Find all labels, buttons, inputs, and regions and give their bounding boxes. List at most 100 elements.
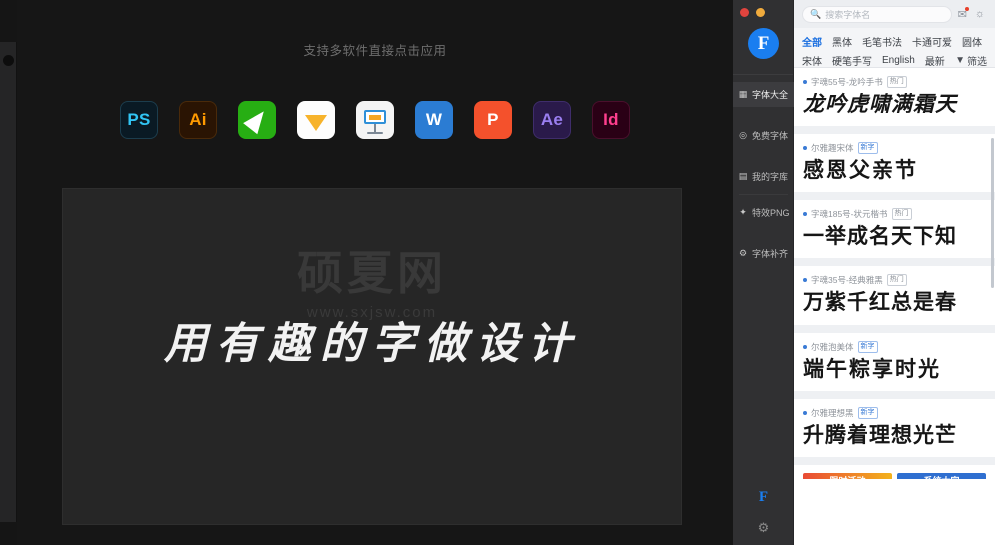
list-item[interactable]: 尔雅泡美体 新字 端午粽享时光 [794,332,995,399]
font-sample-text: 感恩父亲节 [803,158,918,183]
after-effects-icon-label: Ae [540,110,564,129]
pen-nib-icon [243,105,271,135]
library-icon: ▤ [738,171,748,181]
wrench-icon: ⚙ [738,248,748,258]
status-dot-icon [803,212,807,217]
sidebar-item-label: 我的字库 [752,172,789,182]
font-manager-window: F ▦ 字体大全 ◎ 免费字体 ▤ 我的字库 ✦ 特效PNG ⚙ 字体补齐 F … [733,0,995,545]
tab-round[interactable]: 圆体 [962,34,982,49]
filter-icon: ▼ [955,55,965,66]
sketch-icon[interactable] [297,101,335,139]
minimize-window-button[interactable] [756,8,765,17]
promo-banner-row: 限时活动 系统大字 [803,472,986,479]
font-name: 尔雅趣宋体 [811,143,854,154]
sidebar-item-label: 特效PNG [752,208,790,218]
sidebar-item-my-fonts[interactable]: ▤ 我的字库 [733,164,794,189]
list-item[interactable]: 字魂55号-龙吟手书 热门 龙吟虎啸满霜天 [794,68,995,135]
font-name: 尔雅理想黑 [811,407,854,418]
promo-banner-right[interactable]: 系统大字 [897,472,986,479]
font-manager-sidebar: F ▦ 字体大全 ◎ 免费字体 ▤ 我的字库 ✦ 特效PNG ⚙ 字体补齐 F … [733,0,794,545]
status-dot-icon [803,146,807,151]
status-badge: 新字 [857,142,878,155]
indesign-icon[interactable]: Id [592,101,630,139]
font-manager-main: 🔍 搜索字体名 ✉ ☼ 全部 黑体 毛笔书法 卡通可爱 圆体 宋体 硬笔手写 E… [794,0,995,545]
header-icon-group: ✉ ☼ [958,6,987,21]
nav-separator [739,194,788,195]
app-logo-letter: F [757,32,770,54]
font-item-header: 尔雅趣宋体 新字 [803,142,986,155]
app-icon-row: PS Ai W P Ae Id [17,101,733,139]
font-manager-header: 🔍 搜索字体名 ✉ ☼ [794,0,995,28]
photoshop-icon[interactable]: PS [120,101,158,139]
list-item[interactable]: 限时活动 系统大字 [794,464,995,479]
illustrator-icon[interactable]: Ai [179,101,217,139]
font-name: 字魂55号-龙吟手书 [811,77,883,87]
status-badge: 新字 [857,340,878,353]
font-item-header: 字魂35号-经典雅黑 热门 [803,274,986,287]
search-input[interactable]: 🔍 搜索字体名 [802,5,952,23]
font-name: 字魂35号-经典雅黑 [811,275,883,286]
affinity-designer-icon[interactable] [238,101,276,139]
sidebar-divider [733,74,793,75]
nav-spacer-3 [733,225,794,241]
photoshop-icon-label: PS [127,110,151,129]
category-tab-row-1: 全部 黑体 毛笔书法 卡通可爱 圆体 [802,32,987,51]
word-icon[interactable]: W [415,101,453,139]
list-scrollbar[interactable] [991,138,994,288]
toolbar-dot-icon [3,55,14,66]
keynote-icon[interactable] [356,101,394,139]
hint-text: 支持多软件直接点击应用 [303,44,447,58]
bell-icon[interactable]: ☼ [975,8,985,20]
presentation-screen-icon [364,110,386,124]
screenshot-root: 支持多软件直接点击应用 PS Ai W P Ae Id 硕夏网 www.sxjs… [0,0,995,545]
sidebar-bottom-icons: F ⚙ [733,489,794,545]
sidebar-item-label: 字体大全 [752,90,789,100]
list-item[interactable]: 字魂35号-经典雅黑 热门 万紫千红总是春 [794,266,995,333]
status-dot-icon [803,344,807,349]
font-list[interactable]: 字魂55号-龙吟手书 热门 龙吟虎啸满霜天 尔雅趣宋体 新字 感恩父亲节 字魂1… [794,68,995,545]
font-item-header: 字魂55号-龙吟手书 热门 [803,76,986,88]
sidebar-nav: ▦ 字体大全 ◎ 免费字体 ▤ 我的字库 ✦ 特效PNG ⚙ 字体补齐 [733,82,794,266]
list-item[interactable]: 尔雅理想黑 新字 升腾着理想光芒 [794,398,995,465]
search-icon: 🔍 [810,8,822,19]
font-sample-text: 升腾着理想光芒 [803,422,957,447]
tab-calligraphy[interactable]: 毛笔书法 [862,34,902,49]
window-traffic-lights [740,8,765,17]
close-window-button[interactable] [740,8,749,17]
sidebar-item-free-fonts[interactable]: ◎ 免费字体 [733,123,794,148]
tab-all[interactable]: 全部 [802,34,822,49]
sidebar-item-font-library[interactable]: ▦ 字体大全 [733,82,794,107]
tab-handwriting[interactable]: 硬笔手写 [832,53,872,68]
status-badge: 新字 [857,406,878,419]
tab-english[interactable]: English [882,55,915,66]
tab-heiti[interactable]: 黑体 [832,34,852,49]
tab-songti[interactable]: 宋体 [802,53,822,68]
message-icon[interactable]: ✉ [958,6,969,21]
powerpoint-icon[interactable]: P [474,101,512,139]
list-item[interactable]: 字魂185号-状元楷书 热门 一举成名天下知 [794,200,995,267]
presentation-base-icon [367,132,383,134]
font-sample-text: 一举成名天下知 [803,224,957,249]
coin-icon: ◎ [739,130,747,140]
tab-cartoon-cute[interactable]: 卡通可爱 [912,34,952,49]
sidebar-item-effects-png[interactable]: ✦ 特效PNG [733,200,794,225]
sidebar-item-label: 免费字体 [752,131,789,141]
sidebar-item-font-repair[interactable]: ⚙ 字体补齐 [733,241,794,266]
diamond-icon [305,115,327,131]
after-effects-icon[interactable]: Ae [533,101,571,139]
left-toolbar-strip[interactable] [0,42,17,522]
preview-canvas[interactable]: 硕夏网 www.sxjsw.com 用有趣的字做设计 [62,188,682,525]
word-icon-label: W [425,110,443,129]
tab-newest[interactable]: 最新 [925,53,945,68]
sidebar-item-label: 字体补齐 [752,249,789,259]
promo-banner-left[interactable]: 限时活动 [803,472,892,479]
brand-icon[interactable]: F [759,489,768,506]
status-badge: 热门 [891,208,912,221]
category-tabs: 全部 黑体 毛笔书法 卡通可爱 圆体 宋体 硬笔手写 English 最新 ▼ … [794,28,995,68]
status-dot-icon [803,80,807,84]
filter-button[interactable]: ▼ 筛选 [955,53,987,68]
list-item[interactable]: 尔雅趣宋体 新字 感恩父亲节 [794,134,995,201]
font-sample-text: 端午粽享时光 [803,356,941,381]
settings-gear-icon[interactable]: ⚙ [758,520,770,536]
watermark-title: 硕夏网 [297,246,447,300]
